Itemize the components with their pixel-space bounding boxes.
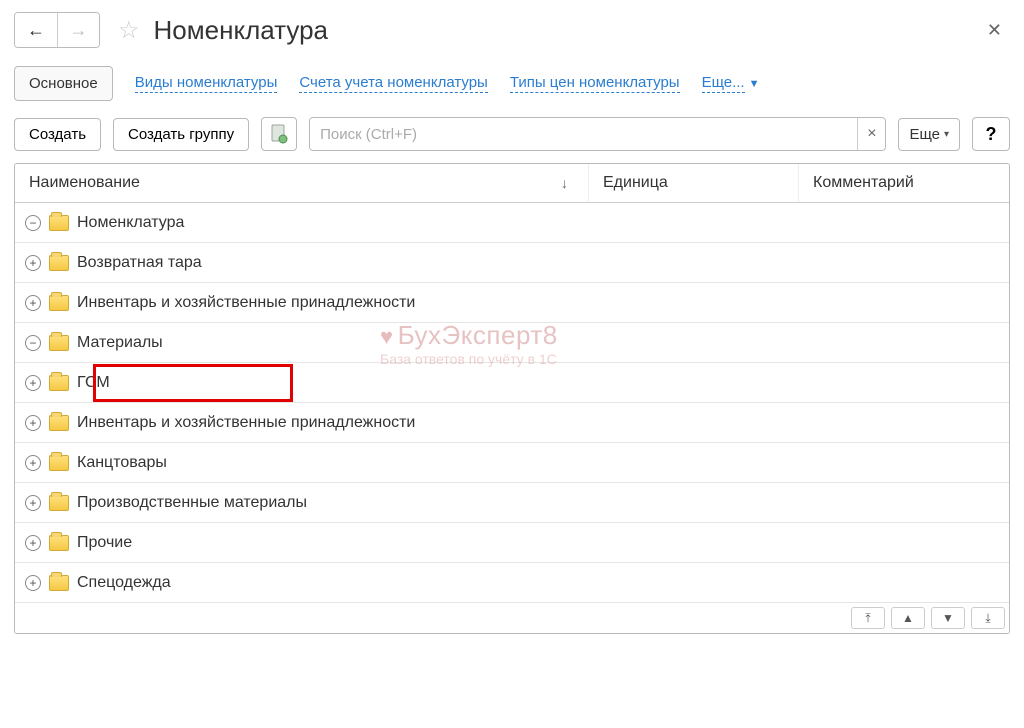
table-row[interactable]: + Прочие <box>15 523 1009 563</box>
chevron-down-icon: ▾ <box>944 129 949 140</box>
folder-icon <box>49 255 69 271</box>
folder-icon <box>49 335 69 351</box>
table-header: Наименование ↓ Единица Комментарий <box>15 164 1009 203</box>
section-tabs: Основное Виды номенклатуры Счета учета н… <box>14 66 1010 101</box>
column-name[interactable]: Наименование ↓ <box>15 164 589 202</box>
tab-price-types[interactable]: Типы цен номенклатуры <box>510 74 680 93</box>
column-name-label: Наименование <box>29 174 140 192</box>
tree-expander-icon[interactable]: + <box>25 495 41 511</box>
tree-expander-icon[interactable]: − <box>25 335 41 351</box>
table-row[interactable]: + Инвентарь и хозяйственные принадлежност… <box>15 283 1009 323</box>
forward-button[interactable]: → <box>57 13 99 47</box>
folder-icon <box>49 375 69 391</box>
nomenclature-table: Наименование ↓ Единица Комментарий − Номе… <box>14 163 1010 634</box>
table-row[interactable]: + Спецодежда <box>15 563 1009 603</box>
tree-expander-icon[interactable]: + <box>25 535 41 551</box>
folder-icon <box>49 455 69 471</box>
table-footer-nav: ⤒ ▲ ▼ ⤓ <box>15 603 1009 633</box>
more-label: Еще <box>909 126 940 143</box>
arrow-left-icon: ← <box>27 20 45 41</box>
table-row[interactable]: + Канцтовары <box>15 443 1009 483</box>
tree-item-label: Материалы <box>77 334 163 352</box>
tree-item-label: Номенклатура <box>77 214 184 232</box>
scroll-up-button[interactable]: ▲ <box>891 607 925 629</box>
tree-item-label: Прочие <box>77 534 132 552</box>
extra-action-button[interactable] <box>261 117 297 151</box>
toolbar: Создать Создать группу × Еще ▾ ? <box>14 117 1010 151</box>
nav-buttons-group: ← → <box>14 12 100 48</box>
back-button[interactable]: ← <box>15 13 57 47</box>
scroll-top-button[interactable]: ⤒ <box>851 607 885 629</box>
folder-icon <box>49 575 69 591</box>
tree-expander-icon[interactable]: + <box>25 575 41 591</box>
tree-expander-icon[interactable]: + <box>25 375 41 391</box>
tab-more[interactable]: Еще... ▼ <box>702 74 760 93</box>
scroll-down-button[interactable]: ▼ <box>931 607 965 629</box>
tree-item-label: Канцтовары <box>77 454 167 472</box>
search-field: × <box>309 117 886 151</box>
folder-icon <box>49 215 69 231</box>
tab-more-label: Еще... <box>702 74 745 93</box>
table-row[interactable]: + ГСМ <box>15 363 1009 403</box>
tree-item-label: Спецодежда <box>77 574 171 592</box>
folder-icon <box>49 415 69 431</box>
table-row[interactable]: − Номенклатура <box>15 203 1009 243</box>
table-row[interactable]: − Материалы <box>15 323 1009 363</box>
document-icon <box>270 124 288 144</box>
more-button[interactable]: Еще ▾ <box>898 118 960 151</box>
page-title: Номенклатура <box>154 15 971 46</box>
favorite-star-icon[interactable]: ☆ <box>118 16 140 45</box>
tree-item-label: Возвратная тара <box>77 254 202 272</box>
search-clear-button[interactable]: × <box>857 118 885 150</box>
column-unit[interactable]: Единица <box>589 164 799 202</box>
help-button[interactable]: ? <box>972 117 1010 151</box>
create-group-button[interactable]: Создать группу <box>113 118 249 151</box>
table-row[interactable]: + Производственные материалы <box>15 483 1009 523</box>
tree-item-label: Инвентарь и хозяйственные принадлежности <box>77 414 415 432</box>
sort-indicator-icon: ↓ <box>561 175 568 191</box>
column-comment[interactable]: Комментарий <box>799 164 1009 202</box>
table-row[interactable]: + Возвратная тара <box>15 243 1009 283</box>
tree-expander-icon[interactable]: − <box>25 215 41 231</box>
tree-item-label: Инвентарь и хозяйственные принадлежности <box>77 294 415 312</box>
tree-expander-icon[interactable]: + <box>25 455 41 471</box>
folder-icon <box>49 535 69 551</box>
tab-main[interactable]: Основное <box>14 66 113 101</box>
scroll-bottom-button[interactable]: ⤓ <box>971 607 1005 629</box>
tab-nomenclature-types[interactable]: Виды номенклатуры <box>135 74 278 93</box>
tree-expander-icon[interactable]: + <box>25 295 41 311</box>
chevron-down-icon: ▼ <box>749 78 760 90</box>
tab-accounts[interactable]: Счета учета номенклатуры <box>299 74 487 93</box>
table-row[interactable]: + Инвентарь и хозяйственные принадлежност… <box>15 403 1009 443</box>
arrow-right-icon: → <box>70 20 88 41</box>
folder-icon <box>49 495 69 511</box>
search-input[interactable] <box>310 118 857 150</box>
tree-expander-icon[interactable]: + <box>25 255 41 271</box>
create-button[interactable]: Создать <box>14 118 101 151</box>
tree-item-label: Производственные материалы <box>77 494 307 512</box>
table-body: − Номенклатура + Возвратная тара + Инвентарь … <box>15 203 1009 603</box>
tree-expander-icon[interactable]: + <box>25 415 41 431</box>
close-icon[interactable]: ✕ <box>979 16 1010 45</box>
folder-icon <box>49 295 69 311</box>
tree-item-label: ГСМ <box>77 374 110 392</box>
